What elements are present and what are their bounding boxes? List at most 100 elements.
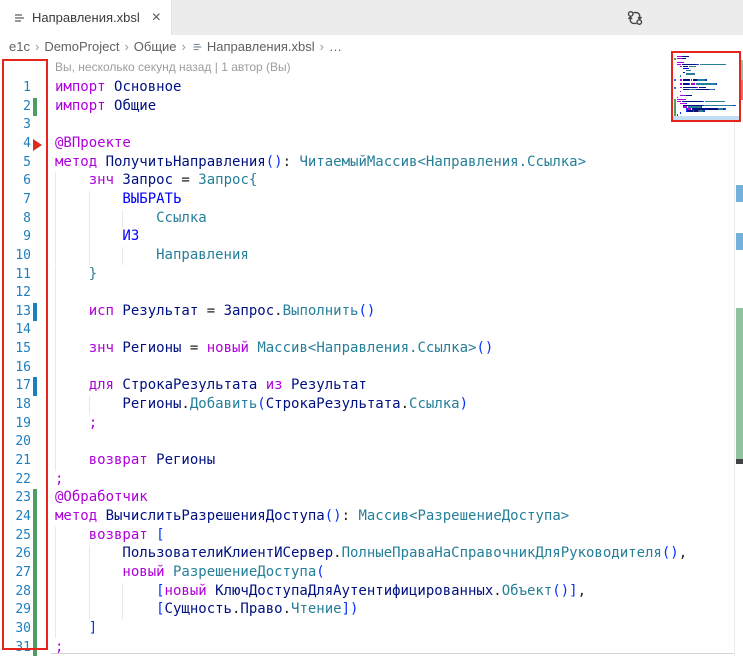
overview-ruler-mark-modified[interactable]: [736, 185, 743, 202]
indent-guide: [55, 601, 89, 620]
code-line[interactable]: }: [51, 266, 734, 285]
indent-guide: [55, 433, 89, 452]
indent-guide: [122, 247, 156, 266]
gutter-added-indicator[interactable]: [33, 98, 37, 117]
line-number: 26: [1, 545, 31, 564]
line-number: 29: [1, 601, 31, 620]
close-icon[interactable]: ×: [152, 10, 161, 26]
indent-guide: [122, 601, 156, 620]
indent-guide: [55, 396, 89, 415]
breadcrumb-item-obshchie[interactable]: Общие: [134, 39, 177, 54]
overview-ruler-mark-added[interactable]: [736, 308, 743, 460]
compare-changes-icon[interactable]: [626, 9, 644, 27]
code-token: Право: [240, 601, 282, 617]
code-line[interactable]: возврат Регионы: [51, 452, 734, 471]
code-line[interactable]: ПользователиКлиентИСервер.ПолныеПраваНаС…: [51, 545, 734, 564]
code-token: ИЗ: [122, 228, 139, 244]
current-line-border: [51, 653, 734, 654]
code-line[interactable]: ВЫБРАТЬ: [51, 191, 734, 210]
code-line[interactable]: знч Запрос = Запрос{: [51, 172, 734, 191]
indent-guide: [55, 583, 89, 602]
code-line[interactable]: исп Результат = Запрос.Выполнить(): [51, 303, 734, 322]
minimap-modified-deco: [674, 79, 676, 81]
code-token: }: [89, 266, 97, 282]
code-token: Выполнить: [283, 303, 359, 319]
indent-guide: [55, 303, 89, 322]
tab-napravleniya-xbsl[interactable]: Направления.xbsl ×: [0, 0, 172, 35]
codelens-authors[interactable]: Вы, несколько секунд назад | 1 автор (Вы…: [55, 60, 291, 74]
code-line[interactable]: [Сущность.Право.Чтение]): [51, 601, 734, 620]
code-line[interactable]: метод ПолучитьНаправления(): ЧитаемыйМас…: [51, 154, 734, 173]
code-line[interactable]: @ВПроекте: [51, 135, 734, 154]
line-number: 4: [1, 135, 31, 154]
line-number: 8: [1, 210, 31, 229]
code-token: знч: [89, 172, 123, 188]
overview-ruler[interactable]: [734, 58, 743, 656]
code-line[interactable]: возврат [: [51, 527, 734, 546]
code-line[interactable]: [51, 284, 734, 303]
code-line[interactable]: Регионы.Добавить(СтрокаРезультата.Ссылка…: [51, 396, 734, 415]
code-line[interactable]: @Обработчик: [51, 489, 734, 508]
code-line[interactable]: [51, 116, 734, 135]
code-line[interactable]: Направления: [51, 247, 734, 266]
minimap[interactable]: [671, 51, 741, 122]
code-token: Массив<Направления.Ссылка>: [257, 340, 476, 356]
overview-ruler-mark-scrollpos[interactable]: [736, 459, 743, 464]
line-number: 18: [1, 396, 31, 415]
code-line[interactable]: [51, 321, 734, 340]
breadcrumb-item-e1c[interactable]: e1c: [9, 39, 30, 54]
code-line[interactable]: ;: [51, 415, 734, 434]
line-number: 27: [1, 564, 31, 583]
line-number: 7: [1, 191, 31, 210]
gutter-modified-indicator[interactable]: [33, 377, 37, 396]
indent-guide: [89, 396, 123, 415]
gutter[interactable]: 1234567891011121314151617181920212223242…: [0, 58, 51, 656]
code-area[interactable]: Вы, несколько секунд назад | 1 автор (Вы…: [51, 58, 734, 656]
code-line[interactable]: ;: [51, 471, 734, 490]
chevron-right-icon: ›: [177, 39, 191, 54]
overview-ruler-mark-modified[interactable]: [736, 233, 743, 250]
code-line[interactable]: ИЗ: [51, 228, 734, 247]
code-token: Запрос{: [198, 172, 257, 188]
code-token: (: [316, 564, 324, 580]
line-number: 24: [1, 508, 31, 527]
code-token: :: [342, 508, 359, 524]
code-token: Сущность: [165, 601, 232, 617]
breadcrumb-overflow[interactable]: …: [329, 39, 342, 54]
minimap-highlighted-line: [673, 116, 739, 120]
code-token: новый: [207, 340, 258, 356]
code-line[interactable]: новый РазрешениеДоступа(: [51, 564, 734, 583]
indent-guide: [55, 359, 89, 378]
code-token: Регионы: [156, 452, 215, 468]
code-token: возврат: [89, 527, 156, 543]
code-line[interactable]: импорт Общие: [51, 98, 734, 117]
gutter-modified-indicator[interactable]: [33, 303, 37, 322]
indent-guide: [89, 210, 123, 229]
line-number: 12: [1, 284, 31, 303]
code-line[interactable]: [новый КлючДоступаДляАутентифицированных…: [51, 583, 734, 602]
breadcrumb-item-demoproject[interactable]: DemoProject: [44, 39, 119, 54]
indent-guide: [122, 583, 156, 602]
code-token: (): [662, 545, 679, 561]
breadcrumb-item-file[interactable]: Направления.xbsl: [191, 39, 315, 54]
code-line[interactable]: ]: [51, 620, 734, 639]
line-number: 11: [1, 266, 31, 285]
code-line[interactable]: знч Регионы = новый Массив<Направления.С…: [51, 340, 734, 359]
code-line[interactable]: [51, 359, 734, 378]
code-line[interactable]: Ссылка: [51, 210, 734, 229]
line-number: 15: [1, 340, 31, 359]
code-line[interactable]: [51, 433, 734, 452]
line-number: 1: [1, 79, 31, 98]
code-line[interactable]: для СтрокаРезультата из Результат: [51, 377, 734, 396]
indent-guide: [89, 191, 123, 210]
indent-guide: [55, 545, 89, 564]
gutter-deleted-indicator[interactable]: [33, 139, 42, 151]
code-token: [: [156, 527, 164, 543]
minimap-modified-deco: [674, 87, 676, 89]
code-line[interactable]: метод ВычислитьРазрешенияДоступа(): Масс…: [51, 508, 734, 527]
code-token: ]: [89, 620, 97, 636]
code-line[interactable]: импорт Основное: [51, 79, 734, 98]
code-token: КлючДоступаДляАутентифицированных: [215, 583, 493, 599]
gutter-added-block-indicator[interactable]: [33, 489, 37, 656]
code-token: .: [333, 545, 341, 561]
